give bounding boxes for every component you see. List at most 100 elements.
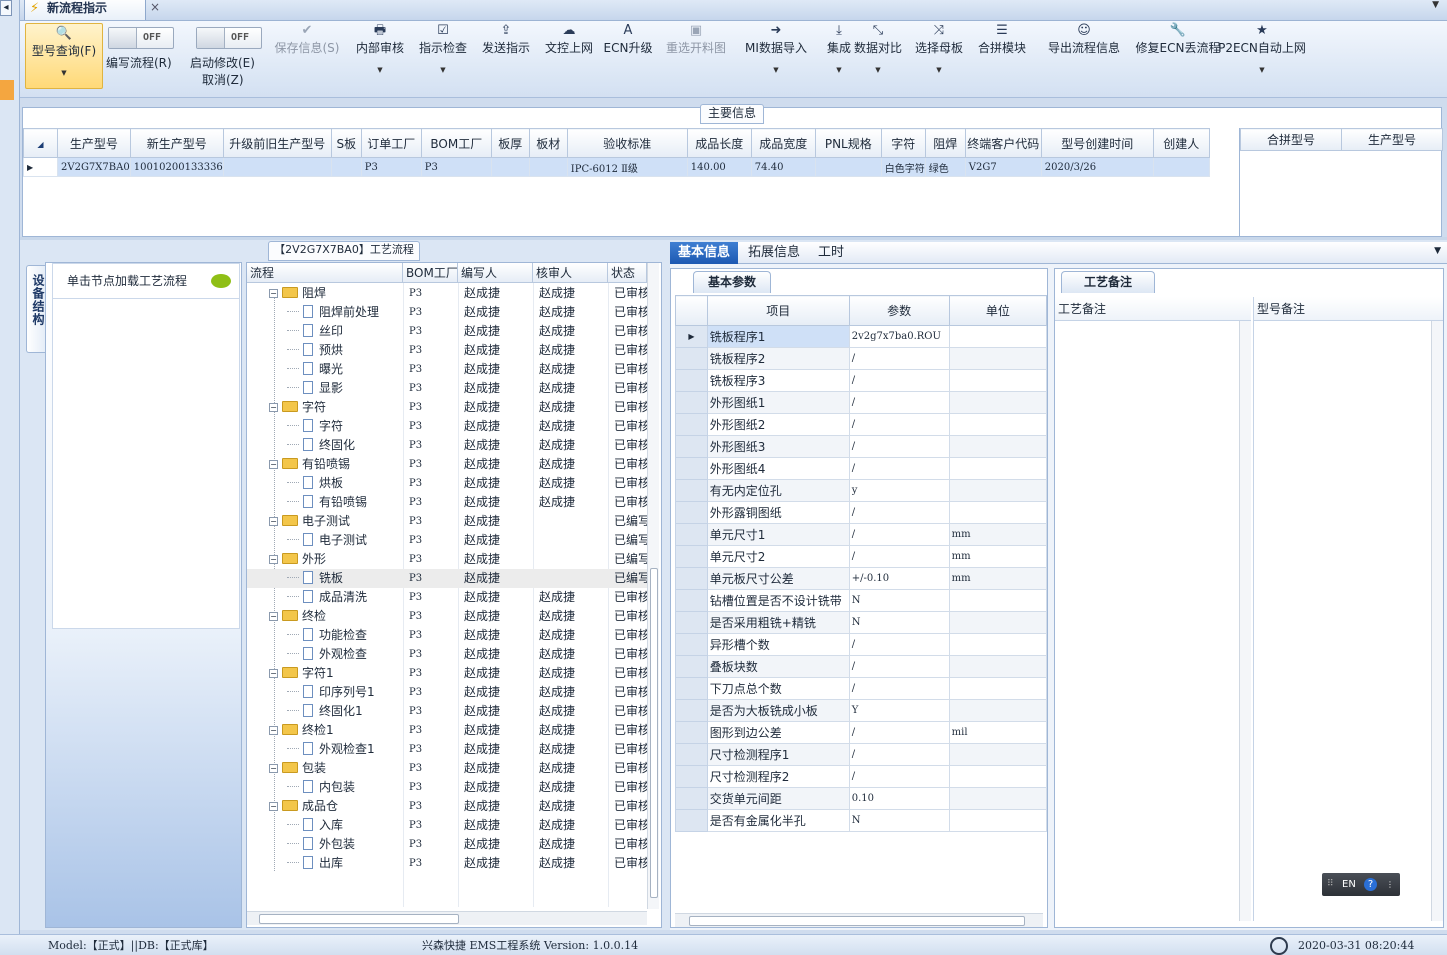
chevron-down-icon[interactable]: ▼: [1434, 246, 1441, 256]
main-col-15[interactable]: 型号创建时间: [1040, 128, 1154, 158]
tree-node-label[interactable]: 内包装: [287, 778, 355, 797]
tab-menu-icon[interactable]: ▼: [1432, 0, 1439, 10]
tree-node[interactable]: − 终检1 P3 赵成捷 赵成捷 已审核: [247, 721, 647, 740]
tree-node-label[interactable]: 外观检查: [287, 645, 367, 664]
main-col-7[interactable]: 板材: [528, 128, 568, 158]
param-value[interactable]: /: [848, 435, 950, 458]
tree-node-label[interactable]: 显影: [287, 379, 343, 398]
params-horizontal-scrollbar[interactable]: [675, 913, 1043, 927]
tree-node[interactable]: − 字符1 P3 赵成捷 赵成捷 已审核: [247, 664, 647, 683]
tree-node[interactable]: 外观检查 P3 赵成捷 赵成捷 已审核: [247, 645, 647, 664]
tree-node[interactable]: 终固化 P3 赵成捷 赵成捷 已审核: [247, 436, 647, 455]
tree-node-label[interactable]: − 成品仓: [269, 797, 338, 816]
param-row[interactable]: 有无内定位孔 y: [675, 479, 1048, 502]
tree-node-label[interactable]: 电子测试: [287, 531, 367, 550]
table-cell[interactable]: 白色字符: [880, 157, 926, 177]
tree-node[interactable]: − 终检 P3 赵成捷 赵成捷 已审核: [247, 607, 647, 626]
main-col-6[interactable]: 板厚: [490, 128, 530, 158]
tree-node-label[interactable]: 丝印: [287, 322, 343, 341]
main-col-9[interactable]: 成品长度: [686, 128, 752, 158]
chevron-down-icon[interactable]: ▼: [1216, 64, 1308, 76]
tree-node-label[interactable]: 阻焊前处理: [287, 303, 379, 322]
toolbar-button-12[interactable]: ☺ 导出流程信息: [1034, 21, 1134, 98]
toolbar-button-7[interactable]: ➜ MI数据导入 ▼: [734, 21, 818, 98]
equipment-structure-tab[interactable]: 设备结构: [26, 265, 46, 353]
model-note-text[interactable]: [1253, 321, 1431, 921]
tree-node-label[interactable]: − 电子测试: [269, 512, 350, 531]
toolbar-button-3[interactable]: ⇪ 发送指示: [476, 21, 536, 98]
tree-node[interactable]: − 有铅喷锡 P3 赵成捷 赵成捷 已审核: [247, 455, 647, 474]
collapse-toggle-icon[interactable]: −: [269, 555, 278, 564]
param-row[interactable]: 钻槽位置是否不设计铣带 N: [675, 589, 1048, 612]
tree-node[interactable]: − 包装 P3 赵成捷 赵成捷 已审核: [247, 759, 647, 778]
chevron-down-icon[interactable]: ▼: [734, 64, 818, 76]
tab-close-icon[interactable]: ×: [150, 0, 164, 16]
chevron-down-icon[interactable]: ▼: [26, 67, 102, 79]
param-row[interactable]: 外形露铜图纸 /: [675, 501, 1048, 524]
param-value[interactable]: /: [848, 347, 950, 370]
toolbar-button-14[interactable]: ★ P2ECN自动上网 ▼: [1216, 21, 1308, 98]
param-value[interactable]: /: [848, 369, 950, 392]
tree-node-label[interactable]: 印序列号1: [287, 683, 375, 702]
collapse-toggle-icon[interactable]: −: [269, 726, 278, 735]
model-note-scrollbar[interactable]: [1431, 321, 1443, 921]
tree-horizontal-scrollbar[interactable]: [247, 911, 647, 925]
query-model-button[interactable]: 🔍 型号查询(F) ▼: [25, 23, 103, 89]
chevron-down-icon[interactable]: ▼: [910, 64, 968, 76]
tree-node[interactable]: 烘板 P3 赵成捷 赵成捷 已审核: [247, 474, 647, 493]
table-cell[interactable]: 2V2G7X7BA0: [57, 157, 131, 177]
param-value[interactable]: Y: [848, 699, 950, 722]
param-row[interactable]: ▶ 铣板程序1 2v2g7x7ba0.ROU: [675, 325, 1048, 348]
col-status[interactable]: 状态: [608, 263, 647, 283]
collapse-icon[interactable]: ◂: [0, 0, 12, 16]
chevron-down-icon[interactable]: ▼: [850, 64, 906, 76]
main-col-14[interactable]: 终端客户代码: [964, 128, 1042, 158]
tree-node[interactable]: 成品清洗 P3 赵成捷 赵成捷 已审核: [247, 588, 647, 607]
start-modify-toggle[interactable]: OFF: [196, 27, 262, 49]
tree-node[interactable]: 铣板 P3 赵成捷 已编写: [247, 569, 647, 588]
process-note-scrollbar[interactable]: [1239, 321, 1251, 921]
col-writer[interactable]: 编写人: [458, 263, 533, 283]
tree-node[interactable]: 预烘 P3 赵成捷 赵成捷 已审核: [247, 341, 647, 360]
collapse-toggle-icon[interactable]: −: [269, 517, 278, 526]
param-row[interactable]: 是否为大板铣成小板 Y: [675, 699, 1048, 722]
param-value[interactable]: /: [848, 457, 950, 480]
tree-node-label[interactable]: − 阻焊: [269, 284, 326, 303]
tree-node-label[interactable]: 出库: [287, 854, 343, 873]
param-value[interactable]: /: [848, 677, 950, 700]
toolbar-button-4[interactable]: ☁ 文控上网: [538, 21, 600, 98]
tree-node[interactable]: 曝光 P3 赵成捷 赵成捷 已审核: [247, 360, 647, 379]
tree-node[interactable]: 电子测试 P3 赵成捷 已编写: [247, 531, 647, 550]
main-col-12[interactable]: 字符: [880, 128, 926, 158]
tree-node-label[interactable]: − 字符1: [269, 664, 334, 683]
table-cell[interactable]: [490, 157, 530, 177]
param-row[interactable]: 单元尺寸2/mm: [675, 545, 1048, 568]
main-col-1[interactable]: 新生产型号: [129, 128, 224, 158]
tree-node-label[interactable]: − 终检: [269, 607, 326, 626]
tree-node[interactable]: 外观检查1 P3 赵成捷 赵成捷 已审核: [247, 740, 647, 759]
tree-node-label[interactable]: − 外形: [269, 550, 326, 569]
table-cell[interactable]: [528, 157, 568, 177]
param-row[interactable]: 下刀点总个数 /: [675, 677, 1048, 700]
tree-node-label[interactable]: 外包装: [287, 835, 355, 854]
load-process-hint[interactable]: 单击节点加载工艺流程: [52, 263, 240, 299]
table-row[interactable]: ▶ 2V2G7X7BA0 10010200133336 P3 P3 IPC-6012 Ⅱ级…: [23, 157, 1210, 177]
tree-node[interactable]: 内包装 P3 赵成捷 赵成捷 已审核: [247, 778, 647, 797]
col-unit[interactable]: 单位: [948, 295, 1048, 326]
tree-node[interactable]: 功能检查 P3 赵成捷 赵成捷 已审核: [247, 626, 647, 645]
scroll-thumb[interactable]: [259, 914, 459, 924]
table-cell[interactable]: P3: [360, 157, 422, 177]
table-cell[interactable]: 140.00: [686, 157, 752, 177]
param-value[interactable]: /: [848, 655, 950, 678]
col-process[interactable]: 流程: [247, 263, 403, 283]
tree-node[interactable]: − 成品仓 P3 赵成捷 赵成捷 已审核: [247, 797, 647, 816]
tab-extended-info[interactable]: 拓展信息: [740, 242, 808, 264]
param-row[interactable]: 尺寸检测程序2/: [675, 765, 1048, 788]
table-cell[interactable]: 2020/3/26: [1040, 157, 1154, 177]
param-row[interactable]: 异形槽个数 /: [675, 633, 1048, 656]
tree-node[interactable]: 丝印 P3 赵成捷 赵成捷 已审核: [247, 322, 647, 341]
param-value[interactable]: /: [848, 633, 950, 656]
subtab-basic-params[interactable]: 基本参数: [693, 271, 771, 293]
param-value[interactable]: 0.10: [848, 787, 950, 810]
tree-node[interactable]: − 阻焊 P3 赵成捷 赵成捷 已审核: [247, 284, 647, 303]
